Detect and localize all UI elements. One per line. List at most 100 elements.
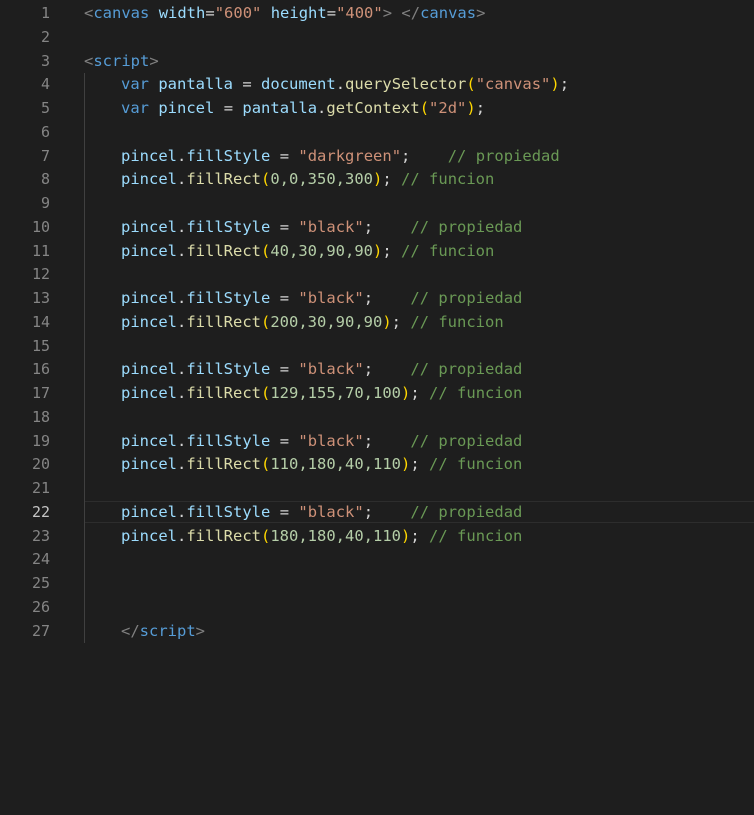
numeric-args: 129,155,70,100: [270, 384, 401, 402]
attribute-name: height: [270, 4, 327, 22]
object-name: pincel: [121, 312, 177, 331]
numeric-args: 0,0,350,300: [270, 170, 373, 189]
code-line-21[interactable]: [84, 477, 754, 501]
line-number: 17: [31, 384, 50, 402]
object-name: pincel: [121, 217, 177, 236]
tag-name: canvas: [93, 4, 150, 22]
property-name: fillStyle: [186, 502, 271, 521]
code-line-2[interactable]: [84, 26, 754, 50]
code-line-11[interactable]: pincel.fillRect(40,30,90,90); // funcion: [84, 240, 754, 264]
line-number: 3: [40, 51, 50, 70]
line-number: 21: [31, 479, 50, 497]
code-line-6[interactable]: [84, 121, 754, 145]
object-name: pincel: [121, 170, 177, 189]
code-area[interactable]: <canvas width="600" height="400"> </canv…: [84, 2, 754, 643]
code-line-15[interactable]: [84, 335, 754, 359]
method-name: fillRect: [186, 384, 261, 402]
tag-bracket: >: [476, 4, 486, 22]
tag-name: script: [139, 621, 196, 640]
code-line-13[interactable]: pincel.fillStyle = "black"; // propiedad: [84, 287, 754, 311]
code-line-25[interactable]: [84, 572, 754, 596]
string-literal: "darkgreen": [298, 146, 402, 165]
method-name: fillRect: [186, 455, 261, 474]
line-number: 20: [31, 455, 50, 474]
comment: // propiedad: [410, 502, 523, 521]
code-line-10[interactable]: pincel.fillStyle = "black"; // propiedad: [84, 216, 754, 240]
code-line-4[interactable]: var pantalla = document.querySelector("c…: [84, 73, 754, 97]
code-line-14[interactable]: pincel.fillRect(200,30,90,90); // funcio…: [84, 311, 754, 335]
line-number: 5: [40, 99, 50, 117]
line-number: 9: [40, 194, 50, 212]
object-name: pincel: [121, 455, 177, 474]
code-line-17[interactable]: pincel.fillRect(129,155,70,100); // func…: [84, 382, 754, 406]
line-number: 1: [40, 4, 50, 22]
property-name: fillStyle: [186, 360, 271, 379]
code-line-1[interactable]: <canvas width="600" height="400"> </canv…: [84, 2, 754, 26]
line-number: 23: [31, 526, 50, 545]
property-name: fillStyle: [186, 146, 271, 165]
line-number: 11: [31, 241, 50, 260]
attribute-value: "600": [214, 4, 262, 22]
code-line-7[interactable]: pincel.fillStyle = "darkgreen"; // propi…: [84, 145, 754, 169]
tag-bracket: >: [149, 51, 159, 70]
comment: // funcion: [429, 384, 523, 402]
code-line-18[interactable]: [84, 406, 754, 430]
comment: // funcion: [410, 312, 504, 331]
line-number: 7: [40, 146, 50, 165]
object-name: pincel: [121, 384, 177, 402]
method-name: fillRect: [186, 170, 261, 189]
string-literal: "black": [298, 431, 364, 450]
line-number: 4: [40, 75, 50, 94]
method-name: fillRect: [186, 526, 261, 545]
code-line-5[interactable]: var pincel = pantalla.getContext("2d");: [84, 97, 754, 121]
code-line-20[interactable]: pincel.fillRect(110,180,40,110); // func…: [84, 453, 754, 477]
object-name: pincel: [121, 146, 177, 165]
tag-name: canvas: [420, 4, 477, 22]
comment: // funcion: [429, 455, 523, 474]
line-number: 6: [40, 122, 50, 141]
line-number: 26: [31, 597, 50, 616]
code-line-16[interactable]: pincel.fillStyle = "black"; // propiedad: [84, 358, 754, 382]
line-number: 13: [31, 289, 50, 307]
attribute-name: width: [158, 4, 206, 22]
code-line-8[interactable]: pincel.fillRect(0,0,350,300); // funcion: [84, 168, 754, 192]
code-line-27[interactable]: </script>: [84, 620, 754, 644]
property-name: fillStyle: [186, 289, 271, 307]
code-line-12[interactable]: [84, 263, 754, 287]
keyword: var: [121, 75, 149, 94]
code-line-9[interactable]: [84, 192, 754, 216]
code-editor[interactable]: 1 2 3 4 5 6 7 8 9 10 11 12 13 14 15 16 17 18 19 20 21 22 23 24 2…: [0, 0, 754, 815]
tag-bracket: <: [84, 4, 94, 22]
numeric-args: 180,180,40,110: [270, 526, 401, 545]
line-number: 27: [31, 621, 50, 640]
tag-name: script: [93, 51, 150, 70]
line-number: 10: [31, 217, 50, 236]
code-line-3[interactable]: <script>: [84, 50, 754, 74]
object-name: pincel: [121, 360, 177, 379]
comment: // propiedad: [447, 146, 560, 165]
comment: // propiedad: [410, 360, 523, 379]
code-line-24[interactable]: [84, 548, 754, 572]
code-line-19[interactable]: pincel.fillStyle = "black"; // propiedad: [84, 430, 754, 454]
string-literal: "2d": [429, 99, 467, 117]
code-line-26[interactable]: [84, 596, 754, 620]
line-number: 2: [40, 27, 50, 46]
comment: // propiedad: [410, 217, 523, 236]
comment: // propiedad: [410, 289, 523, 307]
variable-name: pantalla: [158, 75, 233, 94]
keyword: var: [121, 99, 149, 117]
tag-bracket: <: [84, 51, 94, 70]
method-name: getContext: [326, 99, 420, 117]
variable-name: pincel: [158, 99, 215, 117]
numeric-args: 110,180,40,110: [270, 455, 401, 474]
line-number: 22: [31, 502, 50, 521]
line-number: 18: [31, 407, 50, 426]
line-number: 15: [31, 336, 50, 355]
tag-bracket: >: [382, 4, 393, 22]
method-name: fillRect: [186, 312, 261, 331]
code-line-22[interactable]: pincel.fillStyle = "black"; // propiedad: [84, 501, 754, 525]
tag-bracket: </: [121, 621, 140, 640]
comment: // propiedad: [410, 431, 523, 450]
code-line-23[interactable]: pincel.fillRect(180,180,40,110); // func…: [84, 525, 754, 549]
comment: // funcion: [401, 241, 495, 260]
